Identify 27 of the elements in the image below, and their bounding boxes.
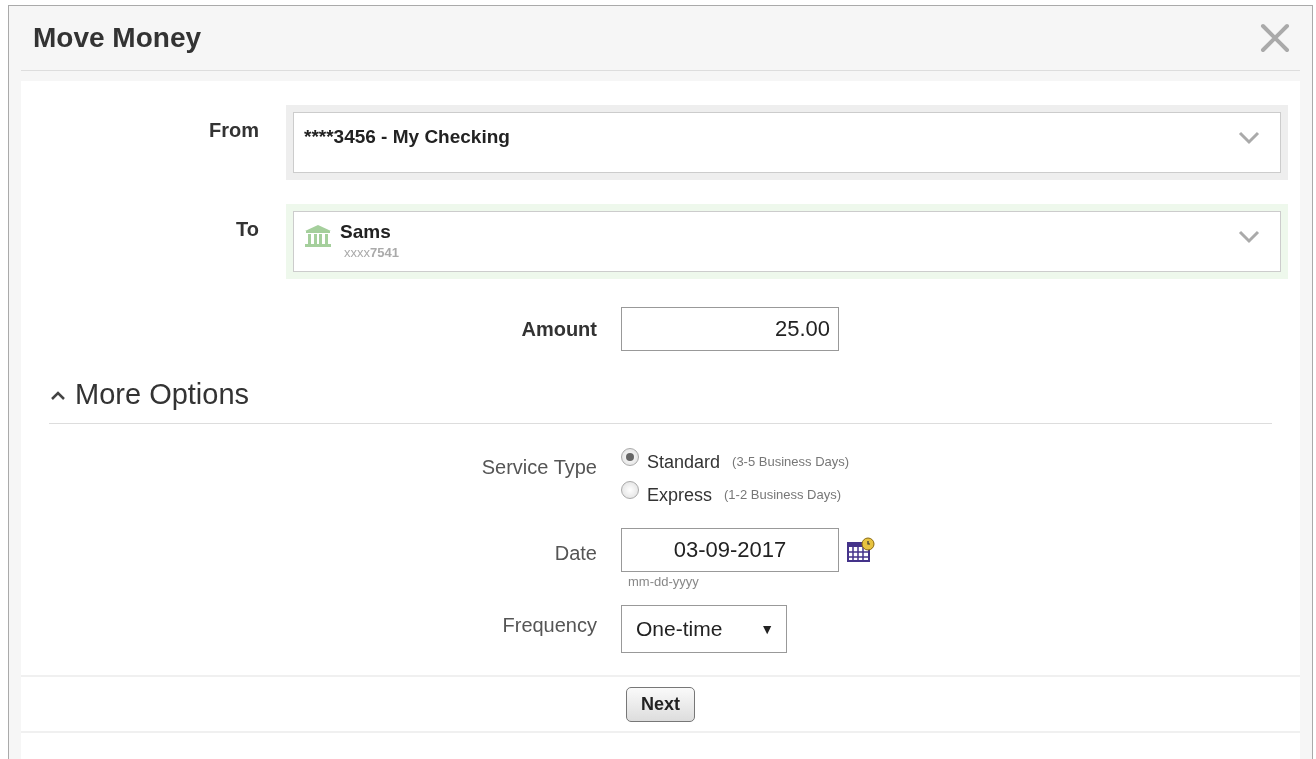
option-label: Standard	[647, 450, 721, 474]
date-field[interactable]: 03-09-2017	[621, 527, 839, 572]
frequency-select[interactable]: One-time ▼	[621, 605, 787, 653]
bank-icon	[304, 224, 332, 248]
chevron-down-icon	[1238, 230, 1260, 244]
field-label: To	[235, 217, 259, 242]
amount-field[interactable]: 25.00	[621, 307, 839, 351]
option-label: Express	[647, 483, 713, 507]
radio-button[interactable]	[621, 480, 639, 499]
account-number: xxxx7541	[343, 243, 399, 262]
field-label: Amount	[520, 317, 597, 342]
payee-select[interactable]: Sams xxxx7541	[293, 211, 1281, 272]
calendar-icon[interactable]	[847, 536, 875, 563]
field-label: Frequency	[501, 613, 597, 638]
dialog-title: Move Money	[33, 21, 202, 55]
payee-name: Sams	[340, 222, 392, 243]
account-select[interactable]: ****3456 - My Checking	[293, 112, 1281, 173]
next-button[interactable]: Next	[626, 686, 695, 722]
radio-button[interactable]	[621, 447, 639, 466]
field-label: Date	[553, 540, 597, 566]
option-note: (1-2 Business Days)	[724, 486, 842, 505]
format-hint: mm-dd-yyyy	[627, 572, 700, 591]
field-label: Service Type	[480, 454, 597, 480]
chevron-down-icon	[1238, 131, 1260, 145]
field-label: From	[208, 118, 259, 143]
option-note: (3-5 Business Days)	[732, 453, 850, 472]
more-options-toggle[interactable]: More Options	[49, 373, 250, 417]
